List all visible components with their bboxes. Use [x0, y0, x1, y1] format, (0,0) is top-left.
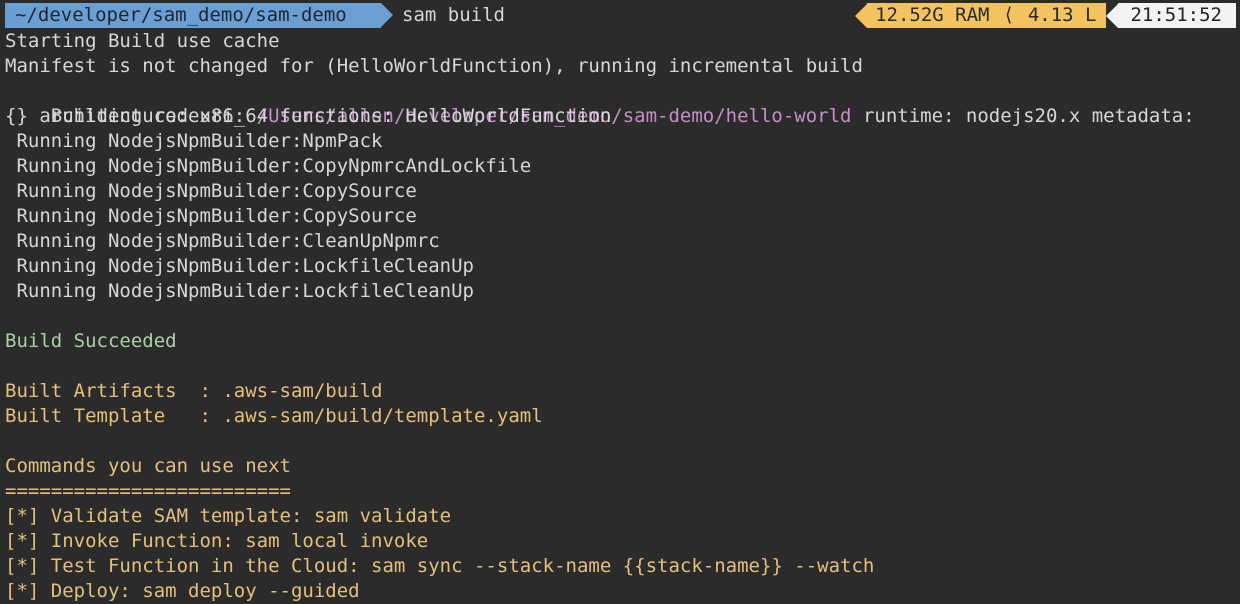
powerline-left-arrow-icon: [1106, 3, 1119, 28]
thin-separator-icon: ⟨: [1002, 4, 1015, 26]
powerline-left-arrow-icon: [855, 3, 868, 28]
commands-title: Commands you can use next: [5, 455, 291, 477]
load-average: 4.13 L: [1027, 4, 1097, 26]
suggested-command: [*] Validate SAM template: sam validate: [5, 505, 452, 527]
running-step: Running NodejsNpmBuilder:NpmPack: [5, 130, 383, 152]
running-step: Running NodejsNpmBuilder:LockfileCleanUp: [5, 280, 474, 302]
suggested-command: [*] Deploy: sam deploy --guided: [5, 580, 360, 602]
status-ram-load: 12.52G RAM ⟨ 4.13 L: [867, 3, 1107, 28]
running-step: Running NodejsNpmBuilder:CopyNpmrcAndLoc…: [5, 155, 532, 177]
running-step: Running NodejsNpmBuilder:CleanUpNpmrc: [5, 230, 440, 252]
build-succeeded-message: Build Succeeded: [5, 330, 177, 352]
commands-rule: =========================: [5, 480, 291, 502]
output-text: runtime: nodejs20.x metadata:: [851, 105, 1195, 127]
output-line: Building codeuri: /Users/allen/developer…: [5, 79, 1195, 127]
running-step: Running NodejsNpmBuilder:LockfileCleanUp: [5, 255, 474, 277]
status-clock: 21:51:52: [1118, 3, 1236, 28]
built-artifacts-line: Built Artifacts : .aws-sam/build: [5, 380, 383, 402]
powerline-right-arrow-icon: [381, 3, 393, 27]
running-step: Running NodejsNpmBuilder:CopySource: [5, 180, 417, 202]
suggested-command: [*] Test Function in the Cloud: sam sync…: [5, 555, 875, 577]
prompt-path-segment: ~/developer/sam_demo/sam-demo: [5, 3, 381, 28]
output-line: {} architecture: x86_64 functions: Hello…: [5, 105, 612, 127]
prompt-path: ~/developer/sam_demo/sam-demo: [15, 4, 347, 26]
clock-time: 21:51:52: [1130, 4, 1222, 26]
ram-usage: 12.52G RAM: [875, 4, 990, 26]
output-line: Starting Build use cache: [5, 30, 280, 52]
prompt-status: 12.52G RAM ⟨ 4.13 L 21:51:52: [855, 3, 1236, 28]
running-step: Running NodejsNpmBuilder:CopySource: [5, 205, 417, 227]
built-template-line: Built Template : .aws-sam/build/template…: [5, 405, 543, 427]
prompt-command[interactable]: sam build: [402, 3, 505, 28]
shell-prompt: ~/developer/sam_demo/sam-demo sam build …: [0, 3, 1240, 28]
suggested-command: [*] Invoke Function: sam local invoke: [5, 530, 429, 552]
terminal-window: ~/developer/sam_demo/sam-demo sam build …: [0, 0, 1240, 602]
output-line: Manifest is not changed for (HelloWorldF…: [5, 55, 863, 77]
